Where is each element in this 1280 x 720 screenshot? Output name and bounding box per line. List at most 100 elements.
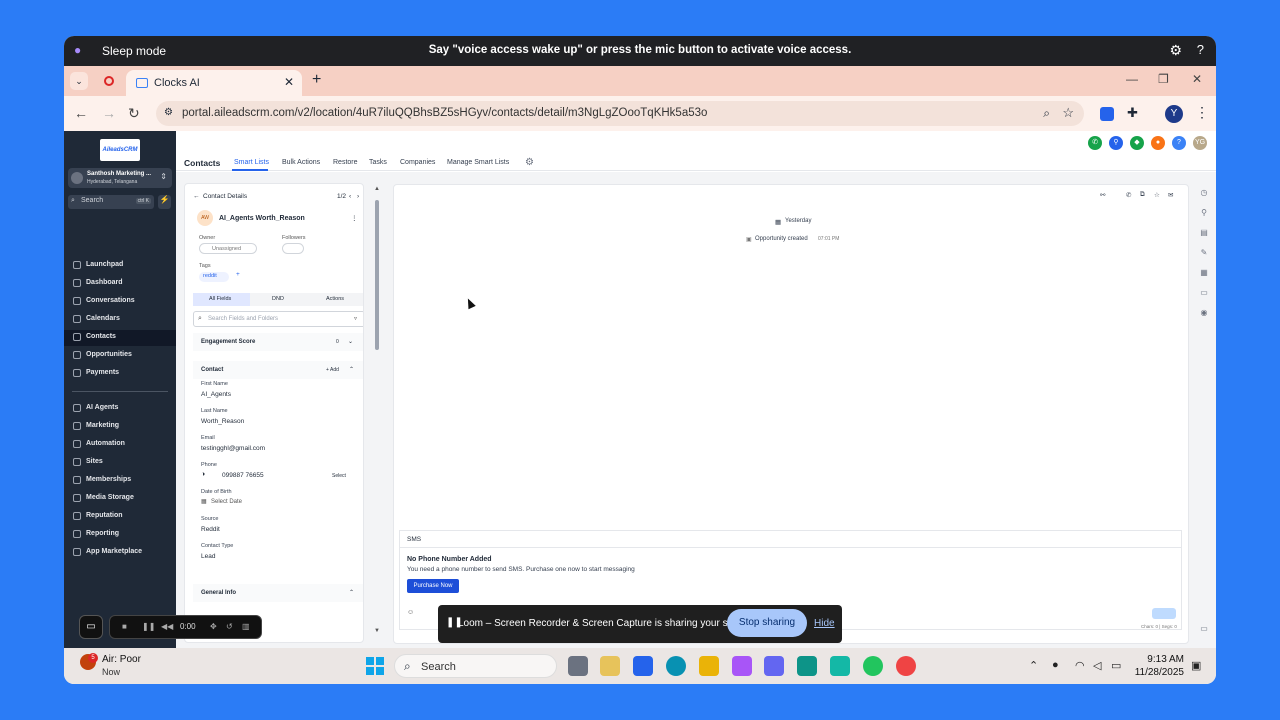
tab-companies[interactable]: Companies	[400, 159, 435, 166]
sidebar-item-dashboard[interactable]: Dashboard	[64, 276, 176, 292]
field-value-phone[interactable]: 099887 76655	[222, 472, 264, 479]
volume-icon[interactable]: ◁	[1093, 659, 1101, 672]
sidebar-item-media-storage[interactable]: Media Storage	[64, 491, 176, 507]
field-value-dob[interactable]: Select Date	[211, 499, 242, 505]
minimize-icon[interactable]: —	[1126, 72, 1138, 86]
sidebar-item-automation[interactable]: Automation	[64, 437, 176, 453]
field-value-source[interactable]: Reddit	[201, 526, 220, 533]
quick-action-icon[interactable]: ⚡	[158, 195, 171, 209]
phone-type-select[interactable]: Select	[332, 473, 346, 479]
sidebar-item-marketing[interactable]: Marketing	[64, 419, 176, 435]
followers-select[interactable]	[282, 243, 304, 254]
tab-restore[interactable]: Restore	[333, 159, 358, 166]
sidebar-search[interactable]: ⌕ Search ctrl K	[68, 195, 154, 209]
copilot-icon[interactable]	[732, 656, 752, 676]
stop-icon[interactable]: ■	[122, 622, 127, 631]
new-tab-icon[interactable]: +	[312, 71, 321, 89]
tab-search-chevron-icon[interactable]: ⌄	[70, 72, 88, 90]
delete-icon[interactable]: ▥	[242, 622, 250, 631]
help-circle-icon[interactable]: ?	[1172, 136, 1186, 150]
app-icon[interactable]	[797, 656, 817, 676]
zoom-icon[interactable]: ⌕	[1043, 106, 1050, 121]
windows-start-icon[interactable]	[366, 657, 384, 675]
draw-icon[interactable]: ✥	[210, 622, 217, 631]
sidebar-item-calendars[interactable]: Calendars	[64, 312, 176, 328]
add-tag-icon[interactable]: +	[236, 271, 240, 278]
owner-select[interactable]: Unassigned	[199, 243, 257, 254]
user-avatar[interactable]: YG	[1193, 136, 1207, 150]
sidebar-item-app-marketplace[interactable]: App Marketplace	[64, 545, 176, 561]
keyboard-icon[interactable]: ▭	[1199, 624, 1209, 634]
undo-icon[interactable]: ↺	[226, 622, 233, 631]
panel-scrollbar[interactable]: ▲ ▼	[374, 186, 380, 646]
pause-icon[interactable]: ❚❚	[142, 622, 155, 631]
site-info-icon[interactable]: ⚙	[164, 107, 173, 118]
prev-icon[interactable]: ‹	[349, 193, 351, 200]
account-switcher[interactable]: Santhosh Marketing ... Hyderabad, Telang…	[68, 168, 172, 188]
back-arrow-icon[interactable]: ←	[193, 193, 200, 200]
store-icon[interactable]	[600, 656, 620, 676]
scroll-up-icon[interactable]: ▲	[374, 186, 380, 192]
workflow-icon[interactable]: ⚲	[1199, 208, 1209, 218]
sms-tab[interactable]: SMS	[407, 536, 421, 543]
gear-icon[interactable]: ⚙	[1169, 42, 1182, 59]
clock-time[interactable]: 9:13 AM	[1134, 654, 1184, 665]
bell-icon[interactable]: ●	[1151, 136, 1165, 150]
chrome-icon[interactable]	[863, 656, 883, 676]
outlook-icon[interactable]	[633, 656, 653, 676]
scroll-down-icon[interactable]: ▼	[374, 628, 380, 634]
pen-icon[interactable]: ✎	[1199, 248, 1209, 258]
payment-icon[interactable]: ◉	[1199, 308, 1209, 318]
menu-dots-icon[interactable]: ⋮	[1195, 104, 1209, 121]
chevron-up-icon[interactable]: ⌃	[1029, 659, 1038, 672]
calendar-icon[interactable]: ▦	[1199, 268, 1209, 278]
link-icon[interactable]: ⚲	[1109, 136, 1123, 150]
sidebar-item-reputation[interactable]: Reputation	[64, 509, 176, 525]
general-info-header[interactable]: General Info ⌃	[193, 584, 363, 602]
flag-icon[interactable]: ◑	[201, 471, 205, 478]
tab-manage-smart-lists[interactable]: Manage Smart Lists	[447, 159, 509, 166]
tab-tasks[interactable]: Tasks	[369, 159, 387, 166]
megaphone-icon[interactable]: ◆	[1130, 136, 1144, 150]
add-field-button[interactable]: + Add	[326, 367, 339, 373]
field-value-last-name[interactable]: Worth_Reason	[201, 418, 244, 425]
weather-title[interactable]: Air: Poor	[102, 654, 141, 665]
fields-search-input[interactable]: Search Fields and Folders ⌕ ▿	[193, 311, 363, 327]
camera-icon[interactable]: ▭	[79, 615, 103, 639]
tab-smart-lists[interactable]: Smart Lists	[234, 159, 269, 166]
mail-icon[interactable]: ✉	[1168, 191, 1173, 199]
tag-chip[interactable]: reddit	[199, 272, 229, 282]
hide-link[interactable]: Hide	[814, 618, 835, 629]
send-button[interactable]	[1152, 608, 1176, 619]
notification-icon[interactable]: ▣	[1191, 659, 1201, 672]
sidebar-item-memberships[interactable]: Memberships	[64, 473, 176, 489]
rewind-icon[interactable]: ◀◀	[161, 622, 173, 631]
profile-avatar[interactable]: Y	[1165, 105, 1183, 123]
field-value-first-name[interactable]: AI_Agents	[201, 391, 231, 398]
clock-date[interactable]: 11/28/2025	[1124, 667, 1184, 678]
help-icon[interactable]: ?	[1197, 42, 1204, 57]
emoji-icon[interactable]: ☺	[407, 609, 414, 616]
tab-bulk-actions[interactable]: Bulk Actions	[282, 159, 320, 166]
puzzle-icon[interactable]: ✚	[1127, 105, 1138, 121]
more-vertical-icon[interactable]: ⋮	[351, 214, 358, 222]
taskbar-search[interactable]: ⌕ Search	[394, 654, 557, 678]
settings-icon[interactable]: ⚙	[525, 157, 534, 168]
tasks-icon[interactable]: ▤	[1199, 228, 1209, 238]
close-window-icon[interactable]: ✕	[1192, 72, 1202, 86]
field-value-email[interactable]: testingghl@gmail.com	[201, 445, 265, 452]
people-icon[interactable]	[830, 656, 850, 676]
contact-section-header[interactable]: Contact + Add ⌃	[193, 361, 363, 379]
phone-icon[interactable]: ✆	[1088, 136, 1102, 150]
edge-icon[interactable]	[666, 656, 686, 676]
sidebar-item-sites[interactable]: Sites	[64, 455, 176, 471]
browser-tab[interactable]: Clocks AI ✕	[126, 70, 302, 96]
forward-icon[interactable]: →	[102, 105, 116, 121]
copy-icon[interactable]: ⧉	[1140, 191, 1145, 199]
restore-icon[interactable]: ❐	[1158, 72, 1169, 86]
sidebar-item-launchpad[interactable]: Launchpad	[64, 258, 176, 274]
mic-icon[interactable]: ●	[1052, 659, 1059, 671]
document-icon[interactable]: ▭	[1199, 288, 1209, 298]
call-icon[interactable]: ✆	[1126, 191, 1131, 199]
tab-dnd[interactable]: DND	[272, 296, 284, 302]
